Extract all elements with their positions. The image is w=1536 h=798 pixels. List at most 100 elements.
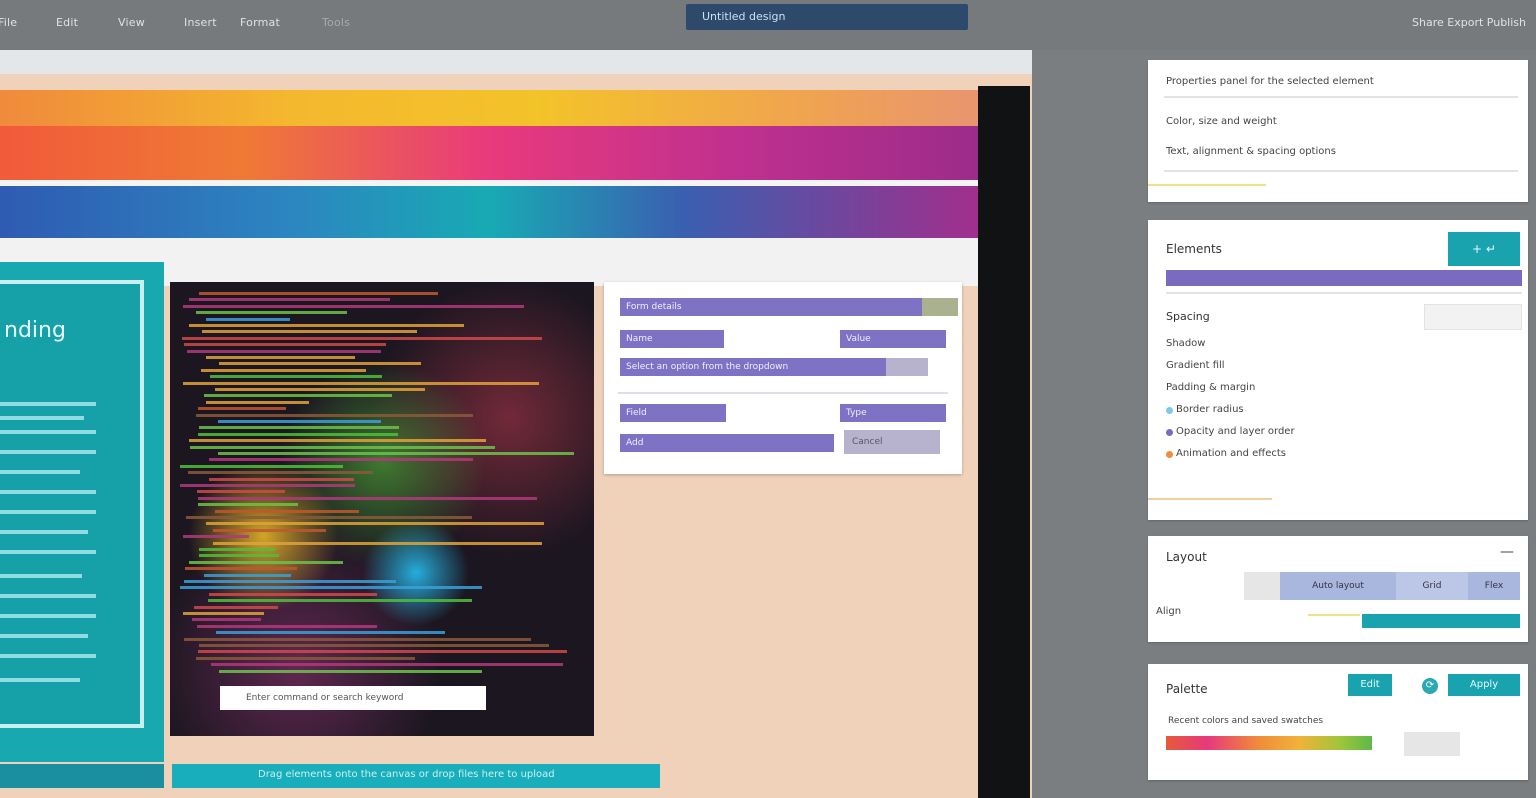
code-line [198,496,537,500]
code-line [194,605,278,609]
code-line [183,612,264,615]
tab-none[interactable] [1244,572,1280,600]
command-input[interactable]: Enter command or search keyword [220,686,486,710]
code-editor-image: Enter command or search keyword [170,282,594,736]
form-value-field[interactable]: Value [840,330,946,348]
properties-card: Properties panel for the selected elemen… [1148,60,1528,202]
top-bar: File Edit View Insert Format Tools Untit… [0,0,1536,50]
form-dropdown[interactable]: Select an option from the dropdown [620,358,886,376]
menu-file[interactable]: File [0,16,17,29]
code-line [216,631,445,635]
left-teal-panel: nding [0,262,164,762]
canvas-scroll-gutter [978,86,1030,798]
apply-palette-button[interactable]: Apply [1448,674,1520,696]
text-line [0,402,96,406]
top-right-actions[interactable]: Share Export Publish [1412,16,1526,29]
tab-flex[interactable]: Flex [1468,572,1520,600]
code-line [206,522,544,526]
code-line [218,420,381,423]
ribbon-yellow [0,90,978,126]
code-line [209,477,354,481]
code-line [204,573,291,577]
design-canvas[interactable]: nding Enter command or search keyword Fo… [0,50,1032,798]
spacing-input[interactable] [1424,304,1522,330]
code-line [206,400,309,404]
code-line [182,336,542,340]
code-line [198,503,298,507]
link-icon[interactable]: ⟳ [1422,678,1438,694]
list-item[interactable]: Shadow [1166,338,1205,349]
properties-sidebar: Properties panel for the selected elemen… [1148,60,1532,780]
document-title-text: Untitled design [702,10,786,23]
list-item[interactable]: Border radius [1176,404,1244,415]
command-input-text: Enter command or search keyword [246,693,404,703]
document-title[interactable]: Untitled design [686,4,968,30]
code-line [180,586,482,590]
menu-tools[interactable]: Tools [322,16,350,29]
divider [1164,96,1518,98]
divider [1164,170,1518,172]
tab-grid[interactable]: Grid [1396,572,1468,600]
properties-detail: Text, alignment & spacing options [1166,146,1336,157]
form-type-input[interactable]: Type [840,404,946,422]
elements-card: Elements + ↵ Spacing Shadow Gradient fil… [1148,220,1528,520]
form-add-button[interactable]: Add [620,434,834,452]
code-line [210,375,382,379]
code-line [186,516,472,519]
palette-title: Palette [1166,682,1208,696]
code-line [206,356,355,359]
text-line [0,550,96,554]
code-line [199,292,438,295]
text-line [0,614,96,618]
list-item[interactable]: Gradient fill [1166,360,1225,371]
upload-strip[interactable]: Drag elements onto the canvas or drop fi… [172,764,660,788]
list-item[interactable]: Opacity and layer order [1176,426,1295,437]
menu-edit[interactable]: Edit [56,16,78,29]
edit-palette-button[interactable]: Edit [1348,674,1392,696]
code-line [202,330,417,334]
swatch-slot[interactable] [1404,732,1460,756]
code-line [213,528,326,532]
menu-view[interactable]: View [118,16,145,29]
tab-auto-layout[interactable]: Auto layout [1280,572,1396,600]
code-line [197,490,285,494]
form-name-field[interactable]: Name [620,330,724,348]
code-line [183,535,249,539]
form-field-input[interactable]: Field [620,404,726,422]
code-line [184,637,531,641]
form-header-action[interactable] [922,298,958,316]
list-item[interactable]: Padding & margin [1166,382,1255,393]
element-selected-bar[interactable] [1166,270,1522,286]
text-line [0,450,96,454]
code-line [198,407,286,411]
dot-icon [1166,429,1173,436]
code-line [192,618,261,622]
list-item[interactable]: Animation and effects [1176,448,1286,459]
dot-icon [1166,451,1173,458]
code-line [189,439,486,443]
form-cancel-button[interactable]: Cancel [844,430,940,454]
chevron-down-icon[interactable] [886,358,928,376]
properties-heading: Properties panel for the selected elemen… [1166,76,1374,87]
text-line [0,416,84,420]
code-line [219,669,482,673]
code-line [213,541,542,545]
palette-card: Palette Edit ⟳ Apply Recent colors and s… [1148,664,1528,780]
code-line [189,324,464,327]
menu-format[interactable]: Format [240,16,280,29]
code-line [199,426,399,430]
align-slider[interactable] [1362,614,1520,628]
code-line [183,304,524,308]
minus-icon[interactable]: — [1500,544,1514,560]
menu-insert[interactable]: Insert [184,16,217,29]
upload-strip-text: Drag elements onto the canvas or drop fi… [258,769,555,780]
form-header: Form details [620,298,922,316]
code-line [208,599,472,603]
left-panel-frame: nding [0,280,144,728]
properties-subheading: Color, size and weight [1166,116,1277,127]
code-line [180,484,355,487]
code-line [196,413,473,417]
add-element-button[interactable]: + ↵ [1448,232,1520,266]
code-line [180,464,343,468]
color-swatch-strip[interactable] [1166,736,1372,750]
